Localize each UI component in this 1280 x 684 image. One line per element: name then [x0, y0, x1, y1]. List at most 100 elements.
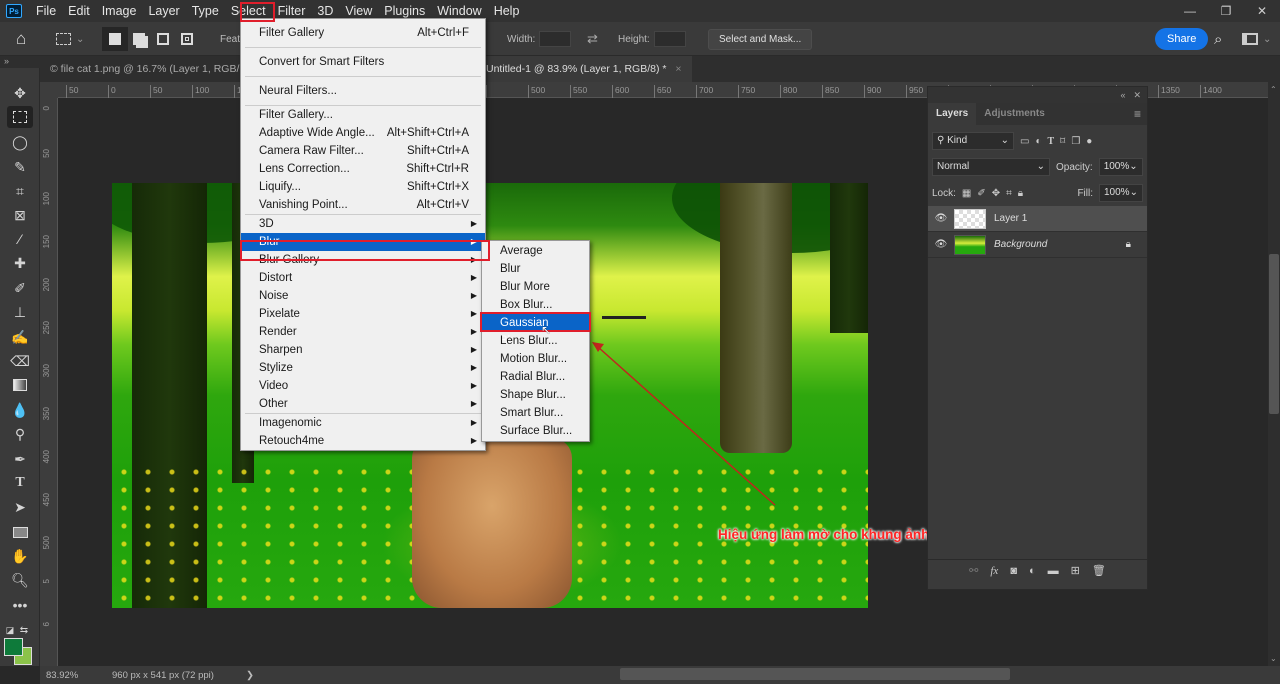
frame-tool-icon[interactable]: ⊠	[7, 204, 33, 226]
tab-untitled-1[interactable]: Untitled-1 @ 83.9% (Layer 1, RGB/8) * ×	[476, 56, 692, 82]
layer-row-layer-1[interactable]: 👁︎ Layer 1	[928, 206, 1147, 232]
minimize-button[interactable]: —	[1172, 0, 1208, 22]
delete-layer-icon[interactable]: 🗑︎	[1092, 564, 1106, 577]
scroll-up-icon[interactable]: ⌃	[1270, 85, 1277, 94]
crop-tool-icon[interactable]: ⌗	[7, 180, 33, 202]
menu-item-retouch4me[interactable]: Retouch4me ▶	[241, 432, 485, 450]
pixel-layer-filter-icon[interactable]: ▭	[1020, 136, 1029, 147]
menu-item-pixelate[interactable]: Pixelate ▶	[241, 305, 485, 323]
menu-type[interactable]: Type	[186, 1, 225, 21]
menu-item-shape-blur[interactable]: Shape Blur...	[482, 386, 589, 404]
swap-icon[interactable]: ⇄	[587, 22, 598, 56]
add-to-selection-button[interactable]	[133, 22, 145, 56]
gradient-tool-icon[interactable]	[7, 374, 33, 396]
new-group-icon[interactable]: ▬	[1048, 565, 1059, 577]
new-layer-icon[interactable]: ⊞	[1071, 564, 1080, 577]
menu-item-blur[interactable]: Blur	[482, 260, 589, 278]
zoom-tool-icon[interactable]: 🔍︎	[7, 569, 33, 591]
pen-tool-icon[interactable]: ✒	[7, 448, 33, 470]
vertical-scrollbar[interactable]: ⌃ ⌄	[1268, 82, 1280, 666]
collapse-panel-icon[interactable]: «	[1120, 90, 1125, 100]
menu-item-3d[interactable]: 3D ▶	[241, 215, 485, 233]
menu-item-box-blur[interactable]: Box Blur...	[482, 296, 589, 314]
share-button[interactable]: Share	[1155, 28, 1209, 50]
dodge-tool-icon[interactable]: ⚲	[7, 423, 33, 445]
panel-menu-icon[interactable]: ≡	[1134, 103, 1147, 125]
healing-brush-tool-icon[interactable]: ✚	[7, 252, 33, 274]
menu-item-gaussian-blur[interactable]: Gaussian Blur...	[482, 314, 589, 347]
menu-item-sharpen[interactable]: Sharpen ▶	[241, 341, 485, 359]
type-layer-filter-icon[interactable]: T	[1048, 136, 1055, 147]
menu-item-adaptive-wide-angle[interactable]: Adaptive Wide Angle... Alt+Shift+Ctrl+A	[241, 124, 485, 142]
close-tab-icon[interactable]: ×	[675, 63, 681, 75]
tab-adjustments[interactable]: Adjustments	[976, 103, 1053, 125]
move-tool-icon[interactable]: ✥	[7, 82, 33, 104]
vertical-scroll-thumb[interactable]	[1269, 254, 1279, 414]
menu-layer[interactable]: Layer	[142, 1, 185, 21]
new-adjustment-layer-icon[interactable]: ◐	[1029, 565, 1036, 577]
menu-item-liquify[interactable]: Liquify... Shift+Ctrl+X	[241, 178, 485, 196]
menu-item-filter-gallery[interactable]: Filter Gallery...	[241, 106, 485, 124]
menu-item-camera-raw-filter[interactable]: Camera Raw Filter... Shift+Ctrl+A	[241, 142, 485, 160]
menu-item-stylize[interactable]: Stylize ▶	[241, 359, 485, 377]
blur-tool-icon[interactable]: 💧	[7, 399, 33, 421]
menu-file[interactable]: File	[30, 1, 62, 21]
tab-layers[interactable]: Layers	[928, 103, 977, 125]
zoom-level[interactable]: 83.92%	[46, 670, 92, 681]
menu-item-noise[interactable]: Noise ▶	[241, 287, 485, 305]
menu-item-render[interactable]: Render ▶	[241, 323, 485, 341]
type-tool-icon[interactable]: T	[7, 472, 33, 494]
marquee-preset-picker[interactable]: ⌄	[56, 22, 84, 56]
menu-item-vanishing-point[interactable]: Vanishing Point... Alt+Ctrl+V	[241, 196, 485, 214]
eraser-tool-icon[interactable]: ⌫	[7, 350, 33, 372]
height-input[interactable]	[653, 31, 686, 47]
menu-item-blur-gallery[interactable]: Blur Gallery ▶	[241, 251, 485, 269]
menu-item-blur[interactable]: Blur ▶	[241, 233, 485, 251]
menu-item-convert-for-smart-filters[interactable]: Convert for Smart Filters	[241, 48, 485, 76]
rect-marquee-tool-icon[interactable]	[7, 106, 33, 128]
add-mask-icon[interactable]: ◙	[1010, 565, 1017, 577]
layer-row-background[interactable]: 👁︎ Background 🔒︎	[928, 232, 1147, 258]
shape-layer-filter-icon[interactable]: ⌑	[1060, 136, 1065, 147]
restore-button[interactable]: ❐	[1208, 0, 1244, 22]
menu-item-blur-more[interactable]: Blur More	[482, 278, 589, 296]
lock-image-icon[interactable]: ✐	[977, 188, 985, 199]
lock-transparent-icon[interactable]: ▦	[962, 188, 971, 199]
filter-toggle-icon[interactable]: ●	[1086, 136, 1092, 147]
layer-kind-filter[interactable]: ⚲ Kind ⌄	[932, 132, 1014, 150]
menu-edit[interactable]: Edit	[62, 1, 96, 21]
menu-item-lens-correction[interactable]: Lens Correction... Shift+Ctrl+R	[241, 160, 485, 178]
close-panel-icon[interactable]: ✕	[1133, 90, 1141, 101]
visibility-eye-icon[interactable]: 👁︎	[928, 213, 954, 224]
search-icon[interactable]: ⌕	[1214, 22, 1222, 56]
lock-position-icon[interactable]: ✥	[992, 188, 1000, 199]
menu-item-distort[interactable]: Distort ▶	[241, 269, 485, 287]
subtract-selection-button[interactable]	[157, 22, 169, 56]
home-icon[interactable]: ⌂	[16, 22, 26, 56]
status-menu-arrow[interactable]: ❯	[246, 670, 254, 681]
brush-tool-icon[interactable]: ✐	[7, 277, 33, 299]
lock-artboard-icon[interactable]: ⌗	[1006, 188, 1012, 199]
history-brush-tool-icon[interactable]: ✍	[7, 326, 33, 348]
tab-file-cat[interactable]: © file cat 1.png @ 16.7% (Layer 1, RGB/	[40, 56, 249, 82]
menu-item-surface-blur[interactable]: Surface Blur...	[482, 422, 589, 440]
fill-input[interactable]: 100% ⌄	[1099, 184, 1143, 202]
menu-image[interactable]: Image	[96, 1, 143, 21]
menu-item-average[interactable]: Average	[482, 242, 589, 260]
lock-all-icon[interactable]: 🔒︎	[1018, 188, 1023, 199]
menu-item-imagenomic[interactable]: Imagenomic ▶	[241, 414, 485, 432]
collapse-toolbar-icon[interactable]: »	[0, 56, 40, 68]
opacity-input[interactable]: 100% ⌄	[1098, 158, 1143, 176]
eyedropper-tool-icon[interactable]: ⁄	[7, 228, 33, 250]
menu-item-other[interactable]: Other ▶	[241, 395, 485, 413]
more-tools-icon[interactable]: •••	[7, 594, 33, 616]
path-selection-tool-icon[interactable]: ➤	[7, 496, 33, 518]
scroll-down-icon[interactable]: ⌄	[1270, 654, 1277, 663]
select-and-mask-button[interactable]: Select and Mask...	[708, 28, 813, 50]
horizontal-scroll-thumb[interactable]	[620, 668, 1010, 680]
menu-item-smart-blur[interactable]: Smart Blur...	[482, 404, 589, 422]
width-field[interactable]: Width:	[507, 22, 572, 56]
menu-help[interactable]: Help	[488, 1, 526, 21]
clone-stamp-tool-icon[interactable]: ⊥	[7, 301, 33, 323]
workspace-button[interactable]: ⌄	[1242, 22, 1271, 56]
